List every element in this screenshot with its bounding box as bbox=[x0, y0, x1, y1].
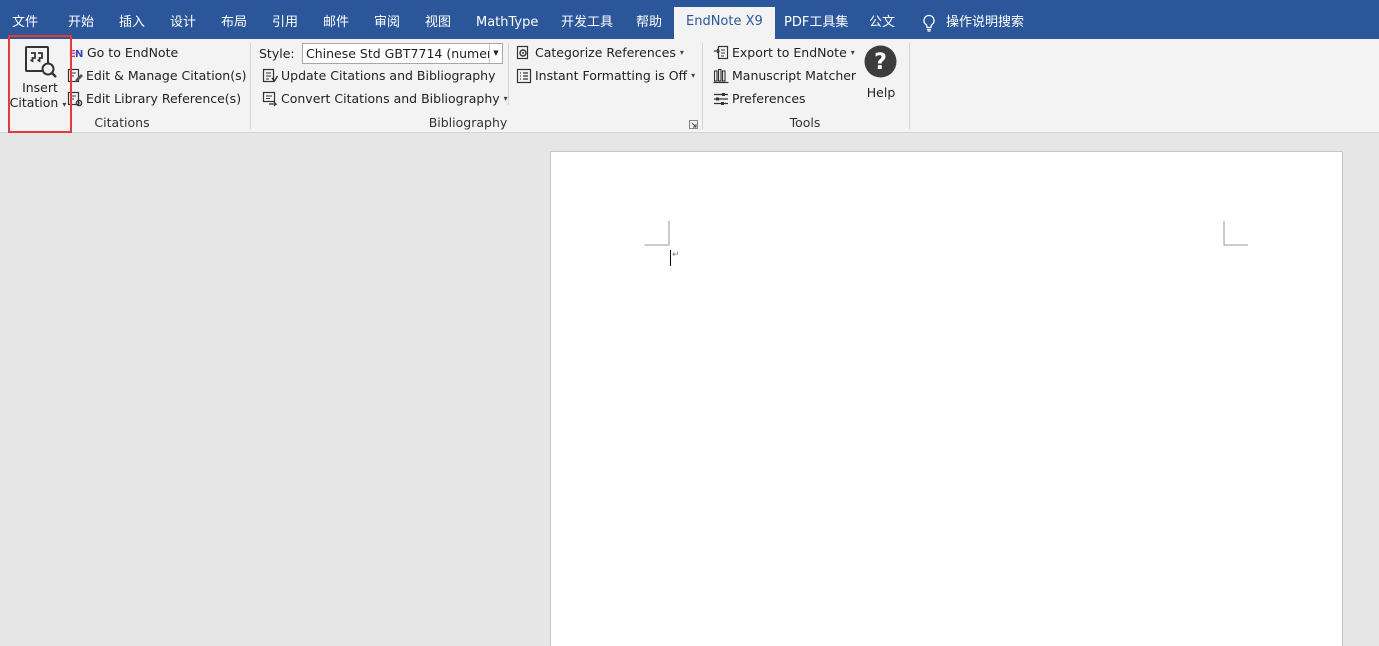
svg-text:?: ? bbox=[874, 50, 887, 75]
edit-manage-citations-label: Edit & Manage Citation(s) bbox=[86, 68, 247, 83]
tab-endnote-x9[interactable]: EndNote X9 bbox=[674, 7, 775, 39]
tab-insert[interactable]: 插入 bbox=[117, 8, 147, 39]
tab-review[interactable]: 审阅 bbox=[372, 8, 402, 39]
text-cursor bbox=[670, 250, 671, 266]
insert-citation-icon bbox=[25, 46, 57, 78]
update-citations-label: Update Citations and Bibliography bbox=[281, 68, 496, 83]
endnote-ribbon: E N Go to EndNote Edit & Manage Citation… bbox=[0, 39, 1379, 133]
chevron-down-icon: ▾ bbox=[850, 48, 855, 57]
tab-help[interactable]: 帮助 bbox=[634, 8, 664, 39]
tab-design[interactable]: 设计 bbox=[168, 8, 198, 39]
export-to-endnote-button[interactable]: Export to EndNote ▾ bbox=[713, 42, 855, 64]
preferences-label: Preferences bbox=[732, 91, 806, 106]
group-separator bbox=[702, 43, 703, 129]
chevron-down-icon: ▾ bbox=[62, 100, 67, 109]
tools-group-label: Tools bbox=[789, 115, 821, 130]
help-button[interactable]: ? Help bbox=[862, 45, 900, 105]
convert-citations-button[interactable]: Convert Citations and Bibliography ▾ bbox=[262, 88, 508, 110]
categorize-references-label: Categorize References bbox=[535, 45, 676, 60]
export-icon bbox=[714, 45, 729, 60]
help-question-icon: ? bbox=[864, 45, 897, 78]
go-to-endnote-button[interactable]: E N Go to EndNote bbox=[68, 42, 178, 64]
help-label: Help bbox=[866, 85, 896, 100]
tab-mailings[interactable]: 邮件 bbox=[321, 8, 351, 39]
dialog-launcher-icon[interactable] bbox=[689, 120, 698, 129]
edit-library-reference-label: Edit Library Reference(s) bbox=[86, 91, 242, 106]
tab-view[interactable]: 视图 bbox=[423, 8, 453, 39]
style-dropdown[interactable]: Chinese Std GBT7714 (numer... ▼ bbox=[302, 43, 503, 64]
citations-group-label: Citations bbox=[94, 115, 150, 130]
chevron-down-icon: ▾ bbox=[679, 48, 684, 57]
edit-library-reference-button[interactable]: Edit Library Reference(s) bbox=[67, 88, 241, 110]
tab-mathtype[interactable]: MathType bbox=[474, 8, 540, 39]
categorize-references-button[interactable]: Categorize References ▾ bbox=[516, 42, 684, 64]
svg-text:N: N bbox=[75, 49, 83, 60]
chevron-down-icon: ▾ bbox=[691, 71, 696, 80]
manuscript-matcher-label: Manuscript Matcher bbox=[732, 68, 857, 83]
group-separator bbox=[909, 43, 910, 129]
group-separator bbox=[250, 43, 251, 129]
top-left-crop-mark bbox=[645, 221, 670, 246]
manuscript-matcher-button[interactable]: Manuscript Matcher bbox=[713, 65, 856, 87]
insert-citation-label-line2: Citation ▾ bbox=[6, 95, 70, 112]
tab-official-doc[interactable]: 公文 bbox=[867, 8, 897, 39]
edit-manage-citations-button[interactable]: Edit & Manage Citation(s) bbox=[67, 65, 247, 87]
ribbon-tab-bar: 文件 开始 插入 设计 布局 引用 邮件 审阅 视图 MathType 开发工具… bbox=[0, 0, 1379, 39]
tab-pdf-tools[interactable]: PDF工具集 bbox=[782, 8, 850, 39]
paragraph-mark-icon: ↵ bbox=[672, 250, 680, 260]
tell-me-label: 操作说明搜索 bbox=[946, 15, 1025, 30]
tab-developer[interactable]: 开发工具 bbox=[559, 8, 615, 39]
instant-formatting-icon bbox=[516, 68, 532, 84]
style-label: Style: bbox=[259, 46, 295, 61]
group-separator bbox=[508, 43, 509, 105]
insert-citation-label-line1: Insert bbox=[22, 80, 58, 95]
preferences-sliders-icon bbox=[714, 93, 728, 105]
go-to-endnote-label: Go to EndNote bbox=[87, 45, 179, 60]
tell-me-search[interactable]: 操作说明搜索 bbox=[920, 8, 1026, 39]
dropdown-arrow-icon[interactable]: ▼ bbox=[489, 44, 502, 63]
update-bibliography-icon bbox=[262, 68, 278, 83]
lightbulb-icon bbox=[923, 14, 935, 32]
bibliography-group-label: Bibliography bbox=[428, 115, 508, 130]
categorize-gear-icon bbox=[516, 45, 529, 60]
top-right-crop-mark bbox=[1223, 221, 1248, 246]
insert-citation-button[interactable]: Insert Citation ▾ bbox=[8, 35, 72, 133]
convert-citations-label: Convert Citations and Bibliography bbox=[281, 91, 500, 106]
instant-formatting-label: Instant Formatting is Off bbox=[535, 68, 688, 83]
convert-citations-icon bbox=[262, 91, 278, 107]
tab-references[interactable]: 引用 bbox=[270, 8, 300, 39]
instant-formatting-button[interactable]: Instant Formatting is Off ▾ bbox=[516, 65, 695, 87]
tab-layout[interactable]: 布局 bbox=[219, 8, 249, 39]
style-dropdown-value: Chinese Std GBT7714 (numer... bbox=[306, 46, 503, 61]
update-citations-button[interactable]: Update Citations and Bibliography bbox=[262, 65, 496, 87]
export-to-endnote-label: Export to EndNote bbox=[732, 45, 847, 60]
manuscript-matcher-icon bbox=[713, 68, 729, 84]
insert-citation-label-text: Citation bbox=[9, 95, 59, 110]
preferences-button[interactable]: Preferences bbox=[713, 88, 806, 110]
